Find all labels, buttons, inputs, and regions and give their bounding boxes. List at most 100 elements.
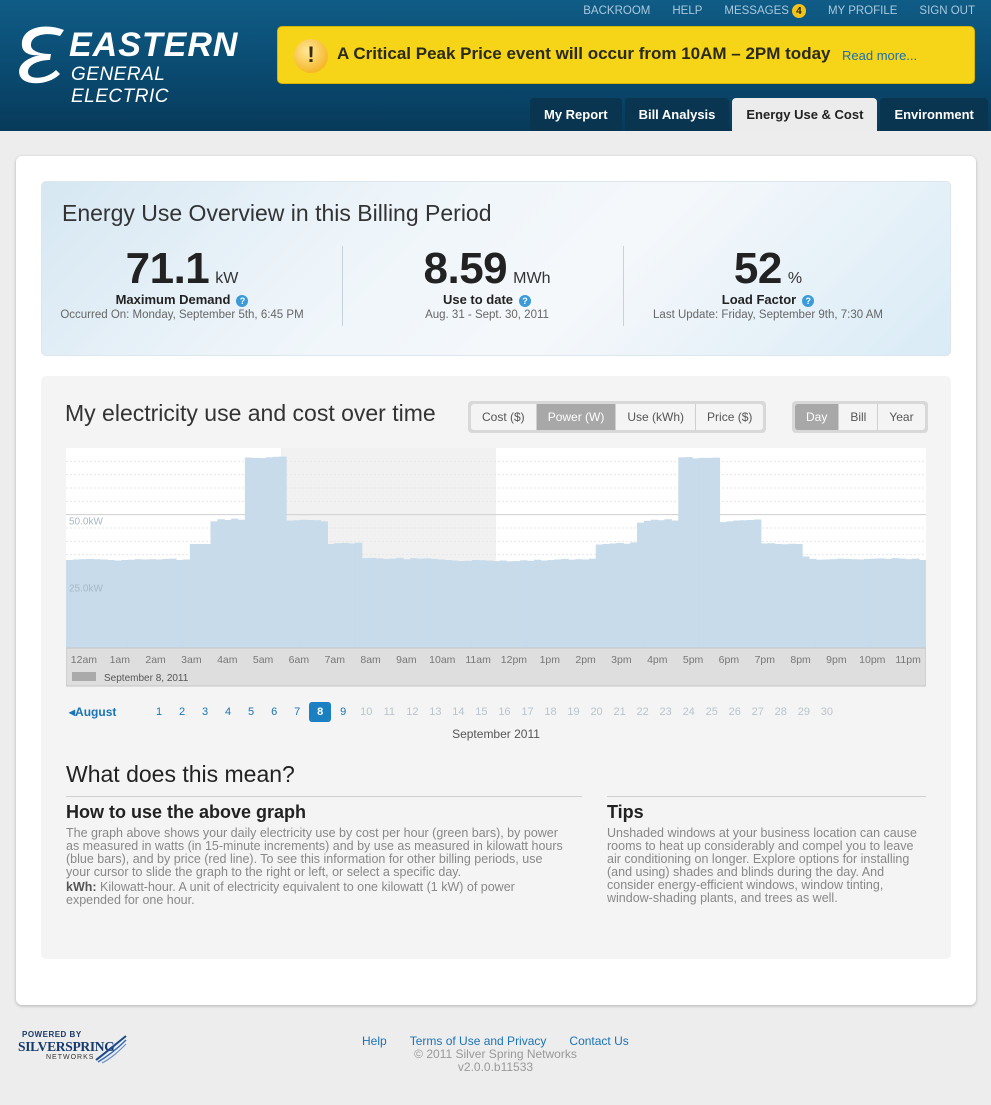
- chart-bar[interactable]: [451, 560, 459, 648]
- chart-bar[interactable]: [513, 561, 521, 648]
- chart-bar[interactable]: [822, 559, 831, 648]
- chart-bar[interactable]: [864, 558, 872, 648]
- day-link-14[interactable]: 14: [447, 706, 469, 718]
- chart-bar[interactable]: [905, 559, 913, 648]
- range-day-button[interactable]: Day: [795, 404, 840, 430]
- chart-bar[interactable]: [66, 560, 74, 648]
- day-link-9[interactable]: 9: [332, 706, 354, 718]
- chart-bar[interactable]: [898, 558, 906, 648]
- chart-bar[interactable]: [437, 559, 445, 648]
- chart-bar[interactable]: [692, 458, 700, 648]
- chart-bar[interactable]: [224, 520, 232, 648]
- chart-bar[interactable]: [719, 522, 727, 648]
- day-link-5[interactable]: 5: [240, 706, 262, 718]
- chart-bar[interactable]: [279, 456, 287, 648]
- chart-bar[interactable]: [155, 559, 163, 648]
- nav-backroom[interactable]: BACKROOM: [583, 4, 650, 18]
- day-link-20[interactable]: 20: [586, 706, 608, 718]
- chart-bar[interactable]: [148, 559, 156, 648]
- day-link-17[interactable]: 17: [516, 706, 538, 718]
- day-link-29[interactable]: 29: [793, 706, 815, 718]
- day-link-6[interactable]: 6: [263, 706, 285, 718]
- nav-help[interactable]: HELP: [672, 4, 702, 18]
- range-bill-button[interactable]: Bill: [839, 404, 879, 430]
- day-link-3[interactable]: 3: [194, 706, 216, 718]
- chart-bar[interactable]: [857, 559, 865, 648]
- tab-environment[interactable]: Environment: [880, 98, 988, 131]
- nav-my-profile[interactable]: MY PROFILE: [828, 4, 897, 18]
- chart-bar[interactable]: [912, 558, 920, 648]
- day-link-13[interactable]: 13: [424, 706, 446, 718]
- chart-bar[interactable]: [86, 558, 95, 648]
- chart-bar[interactable]: [774, 544, 783, 648]
- chart-bar[interactable]: [616, 542, 624, 648]
- chart-bar[interactable]: [891, 558, 899, 648]
- day-link-18[interactable]: 18: [540, 706, 562, 718]
- chart-bar[interactable]: [134, 559, 143, 648]
- chart-bar[interactable]: [582, 559, 590, 648]
- day-link-16[interactable]: 16: [493, 706, 515, 718]
- chart-bar[interactable]: [348, 543, 356, 648]
- day-link-22[interactable]: 22: [632, 706, 654, 718]
- chart-bar[interactable]: [795, 544, 803, 648]
- day-link-11[interactable]: 11: [378, 706, 400, 718]
- metric-use-button[interactable]: Use (kWh): [616, 404, 697, 430]
- chart-bar[interactable]: [169, 558, 177, 648]
- chart-bar[interactable]: [444, 560, 452, 648]
- chart-bar[interactable]: [361, 558, 370, 648]
- chart-bar[interactable]: [293, 520, 301, 648]
- chart-bar[interactable]: [100, 559, 108, 648]
- chart-bar[interactable]: [850, 559, 858, 648]
- chart-bar[interactable]: [726, 521, 734, 648]
- chart-bar[interactable]: [919, 560, 926, 648]
- chart-bar[interactable]: [458, 561, 466, 648]
- chart-bar[interactable]: [354, 542, 363, 648]
- prev-month-link[interactable]: ◂August: [69, 705, 116, 719]
- chart-bar[interactable]: [499, 560, 507, 648]
- chart-bar[interactable]: [403, 559, 411, 648]
- day-link-21[interactable]: 21: [609, 706, 631, 718]
- chart-bar[interactable]: [189, 544, 198, 648]
- chart-bar[interactable]: [79, 559, 88, 648]
- chart-bar[interactable]: [561, 558, 569, 648]
- metric-price-button[interactable]: Price ($): [696, 404, 764, 430]
- footer-contact-link[interactable]: Contact Us: [569, 1034, 628, 1048]
- chart-bar[interactable]: [272, 456, 280, 648]
- chart-bar[interactable]: [141, 559, 150, 648]
- brand-logo[interactable]: EASTERN GENERAL ELECTRIC: [14, 24, 264, 107]
- chart-bar[interactable]: [520, 560, 528, 648]
- chart-bar[interactable]: [698, 457, 707, 648]
- chart-bar[interactable]: [754, 519, 762, 648]
- chart-bar[interactable]: [609, 543, 617, 648]
- chart-bar[interactable]: [547, 560, 555, 648]
- chart-bar[interactable]: [492, 561, 500, 648]
- day-link-15[interactable]: 15: [470, 706, 492, 718]
- chart-bar[interactable]: [802, 556, 810, 648]
- chart-bar[interactable]: [705, 457, 714, 648]
- info-icon[interactable]: ?: [802, 294, 815, 307]
- chart-bar[interactable]: [244, 457, 253, 648]
- day-link-12[interactable]: 12: [401, 706, 423, 718]
- chart-bar[interactable]: [114, 560, 122, 648]
- day-link-8[interactable]: 8: [309, 702, 332, 722]
- chart-bar[interactable]: [781, 544, 789, 648]
- chart-bar[interactable]: [430, 558, 439, 648]
- chart-bar[interactable]: [877, 558, 886, 648]
- day-link-23[interactable]: 23: [655, 706, 677, 718]
- chart-bar[interactable]: [478, 560, 487, 648]
- chart-bar[interactable]: [299, 519, 308, 648]
- chart-bar[interactable]: [671, 520, 679, 648]
- chart-bar[interactable]: [870, 558, 879, 648]
- chart-bar[interactable]: [526, 560, 535, 648]
- chart-bar[interactable]: [465, 560, 473, 648]
- day-link-25[interactable]: 25: [701, 706, 723, 718]
- chart-bar[interactable]: [162, 558, 170, 648]
- day-link-7[interactable]: 7: [286, 706, 308, 718]
- chart-bar[interactable]: [217, 519, 225, 648]
- chart-bar[interactable]: [554, 559, 562, 648]
- chart-bar[interactable]: [196, 544, 205, 648]
- chart-bar[interactable]: [210, 521, 218, 648]
- chart-bar[interactable]: [251, 457, 260, 648]
- chart-bar[interactable]: [176, 560, 184, 648]
- chart-bar[interactable]: [623, 543, 631, 648]
